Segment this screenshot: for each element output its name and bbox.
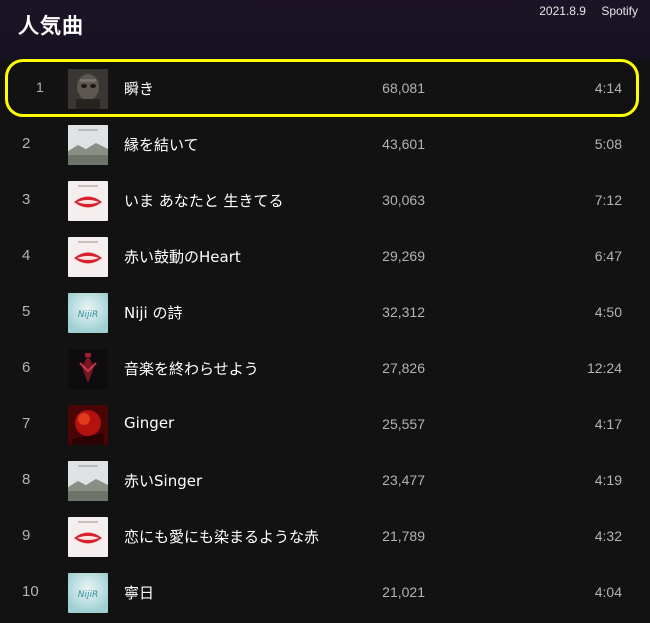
header-meta: 2021.8.9 Spotify [527, 4, 638, 18]
track-duration: 6:47 [594, 248, 622, 264]
album-cover-art: NijiR [68, 293, 108, 333]
album-cover-art [68, 237, 108, 277]
track-title[interactable]: Niji の詩 [124, 302, 183, 323]
album-cover-art [68, 517, 108, 557]
track-rank: 2 [22, 135, 31, 152]
track-row[interactable]: 1 瞬き 68,081 4:14 [0, 61, 650, 117]
svg-text:NijiR: NijiR [78, 590, 99, 600]
track-title[interactable]: 寧日 [124, 582, 154, 603]
play-count: 21,789 [382, 528, 425, 544]
play-count: 27,826 [382, 360, 425, 376]
album-cover-art [68, 125, 108, 165]
track-duration: 5:08 [594, 136, 622, 152]
track-rank: 10 [22, 583, 39, 600]
date-label: 2021.8.9 [539, 4, 586, 18]
track-duration: 12:24 [586, 360, 622, 376]
track-rank: 3 [22, 191, 31, 208]
play-count: 43,601 [382, 136, 425, 152]
track-title[interactable]: いま あなたと 生きてる [124, 190, 284, 211]
track-rank: 4 [22, 247, 31, 264]
play-count: 21,021 [382, 584, 425, 600]
play-count: 29,269 [382, 248, 425, 264]
track-row[interactable]: 10 NijiR 寧日 21,021 4:04 [0, 565, 650, 621]
track-title[interactable]: 縁を結いて [124, 134, 199, 155]
play-count: 30,063 [382, 192, 425, 208]
track-title[interactable]: 赤いSinger [124, 470, 202, 491]
track-duration: 4:19 [594, 472, 622, 488]
track-row[interactable]: 4 赤い鼓動のHeart 29,269 6:47 [0, 229, 650, 285]
album-cover-art: NijiR [68, 573, 108, 613]
popular-tracks-list: 1 瞬き 68,081 4:14 2 縁を結いて 43,601 5:08 3 い… [0, 61, 650, 621]
track-duration: 4:17 [594, 416, 622, 432]
service-label: Spotify [601, 4, 638, 18]
track-title[interactable]: 赤い鼓動のHeart [124, 246, 241, 267]
album-cover-art [68, 181, 108, 221]
album-cover-art [68, 349, 108, 389]
track-row[interactable]: 5 NijiR Niji の詩 32,312 4:50 [0, 285, 650, 341]
svg-text:NijiR: NijiR [78, 310, 99, 320]
play-count: 68,081 [382, 80, 425, 96]
track-row[interactable]: 2 縁を結いて 43,601 5:08 [0, 117, 650, 173]
album-cover-art [68, 461, 108, 501]
track-duration: 7:12 [594, 192, 622, 208]
track-duration: 4:32 [594, 528, 622, 544]
track-title[interactable]: 音楽を終わらせよう [124, 358, 259, 379]
play-count: 25,557 [382, 416, 425, 432]
track-duration: 4:14 [594, 80, 622, 96]
album-cover-art [68, 405, 108, 445]
track-row[interactable]: 7 Ginger 25,557 4:17 [0, 397, 650, 453]
play-count: 23,477 [382, 472, 425, 488]
play-count: 32,312 [382, 304, 425, 320]
track-row[interactable]: 6 音楽を終わらせよう 27,826 12:24 [0, 341, 650, 397]
track-rank: 7 [22, 415, 31, 432]
track-title[interactable]: Ginger [124, 414, 174, 432]
track-duration: 4:50 [594, 304, 622, 320]
track-title[interactable]: 恋にも愛にも染まるような赤 [124, 526, 319, 547]
track-duration: 4:04 [594, 584, 622, 600]
track-row[interactable]: 3 いま あなたと 生きてる 30,063 7:12 [0, 173, 650, 229]
track-rank: 9 [22, 527, 31, 544]
track-rank: 6 [22, 359, 31, 376]
track-row[interactable]: 8 赤いSinger 23,477 4:19 [0, 453, 650, 509]
track-row[interactable]: 9 恋にも愛にも染まるような赤 21,789 4:32 [0, 509, 650, 565]
page-title: 人気曲 [18, 14, 84, 38]
track-title[interactable]: 瞬き [124, 78, 154, 99]
track-rank: 8 [22, 471, 31, 488]
track-rank: 5 [22, 303, 31, 320]
album-cover-art [68, 69, 108, 109]
